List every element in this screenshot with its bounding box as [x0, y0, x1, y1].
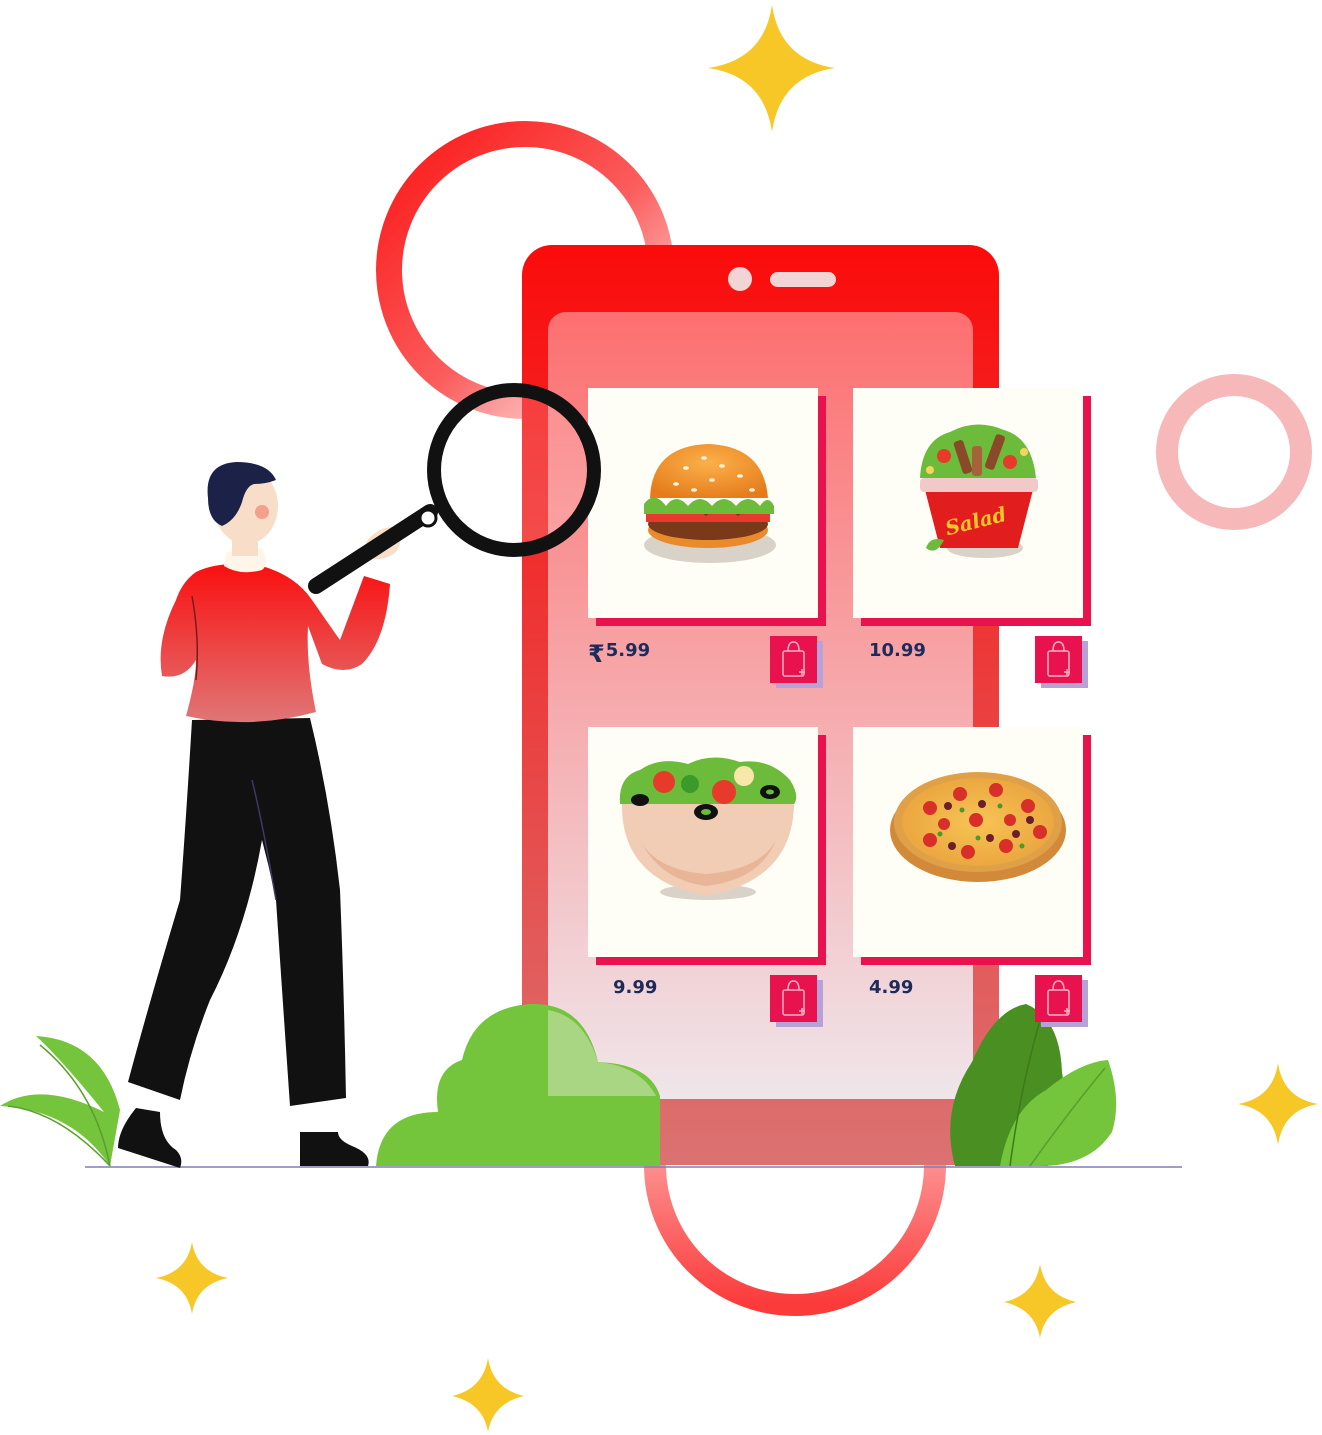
pizza-icon [890, 772, 1066, 882]
decor-ring-right [1156, 374, 1312, 530]
add-to-bag-button-pizza[interactable] [1035, 975, 1088, 1027]
price-value: 9.99 [613, 977, 658, 998]
pants [128, 718, 346, 1106]
price-pizza: 4.99 [869, 977, 913, 998]
add-to-bag-button-salad-cup[interactable] [1035, 636, 1088, 688]
sparkle-icon [1004, 1264, 1076, 1338]
food-ordering-illustration: Salad [0, 5, 1318, 1432]
sweater [160, 564, 390, 723]
phone-speaker [770, 272, 836, 287]
sparkle-icon [156, 1242, 228, 1314]
add-to-bag-button-burger[interactable] [770, 636, 823, 688]
price-value: 4.99 [869, 977, 914, 998]
shoe-right [300, 1132, 369, 1166]
phone-camera [728, 267, 752, 291]
illustration-stage: Salad ₹5.99 10.99 9.99 4.99 [0, 0, 1322, 1435]
plant-left [0, 1036, 120, 1167]
price-value: 5.99 [605, 640, 651, 661]
add-to-bag-button-salad-bowl[interactable] [770, 975, 823, 1027]
salad-cup-icon: Salad [920, 424, 1038, 558]
price-burger: ₹5.99 [588, 640, 650, 668]
sparkle-icon [708, 5, 835, 132]
shoe-left [118, 1108, 182, 1168]
sparkle-icon [1238, 1063, 1318, 1145]
currency-symbol: ₹ [588, 640, 605, 668]
price-salad-cup: 10.99 [869, 640, 926, 661]
sparkle-icon [452, 1358, 524, 1432]
phone [522, 245, 999, 1165]
price-salad-bowl: 9.99 [613, 977, 657, 998]
price-value: 10.99 [869, 640, 926, 661]
